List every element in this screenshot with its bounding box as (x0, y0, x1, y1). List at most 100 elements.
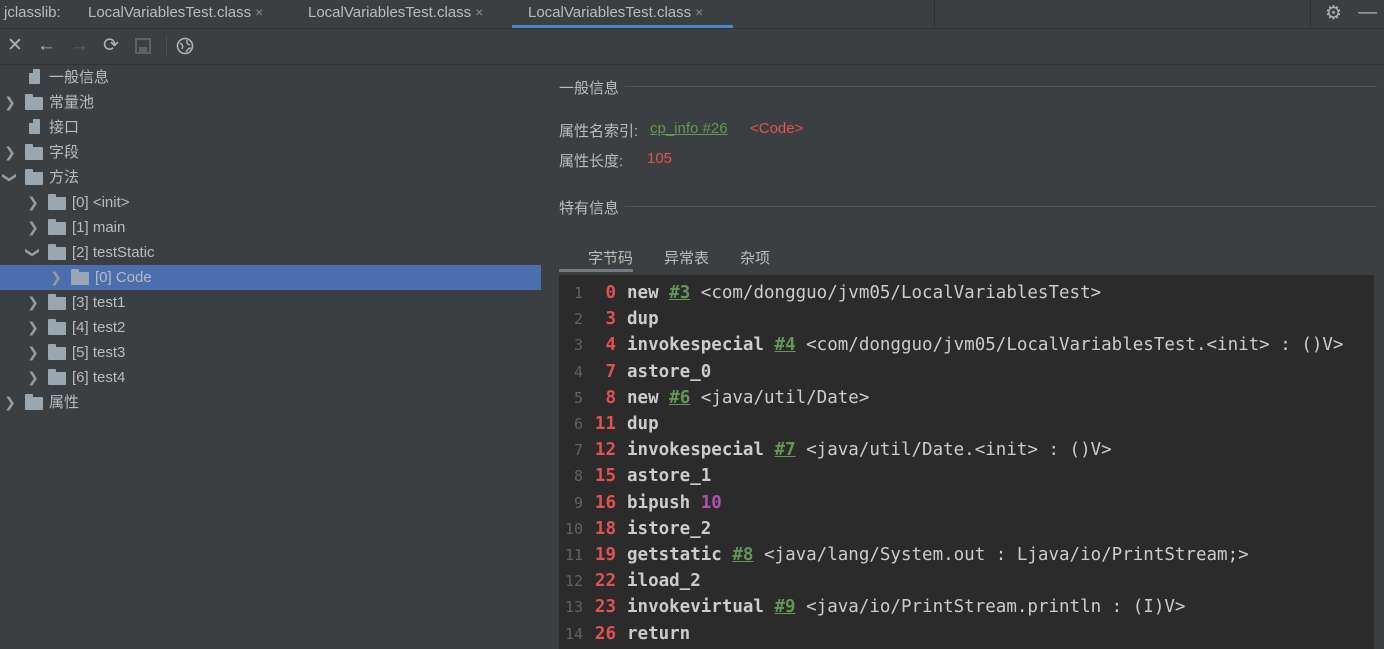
chevron-right-icon[interactable]: ❯ (27, 365, 39, 390)
constant-pool-link[interactable]: #8 (732, 545, 753, 565)
chevron-right-icon[interactable]: ❯ (27, 315, 39, 340)
attr-name-index-label: 属性名索引: (559, 123, 639, 140)
constant-pool-link[interactable]: #4 (775, 335, 796, 355)
instruction: return (627, 621, 690, 647)
instruction: invokevirtual #9 <java/io/PrintStream.pr… (627, 594, 1185, 620)
forward-icon[interactable]: → (70, 35, 89, 57)
tree-node-constant-pool[interactable]: ❯ 常量池 (0, 90, 546, 115)
chevron-down-icon[interactable]: ❯ (0, 172, 23, 184)
bytecode-row: 7 12 invokespecial #7 <java/util/Date.<ini… (559, 437, 1374, 463)
tree-node-methods[interactable]: ❯ 方法 (0, 165, 546, 190)
bytecode-offset: 26 (594, 623, 616, 644)
bytecode-offset: 11 (594, 414, 616, 434)
instruction: astore_1 (627, 463, 711, 489)
tab-label: LocalVariablesTest.class (308, 4, 472, 21)
attr-name-index-link[interactable]: cp_info #26 (650, 120, 728, 137)
tree-node-interfaces[interactable]: 接口 (0, 115, 546, 140)
tree-node-fields[interactable]: ❯ 字段 (0, 140, 546, 165)
line-number: 1 (573, 284, 583, 302)
back-icon[interactable]: ← (37, 35, 56, 57)
line-number: 2 (573, 310, 583, 329)
constant-pool-link[interactable]: #7 (775, 440, 796, 460)
tree-node-method-main[interactable]: ❯ [1] main (0, 215, 546, 240)
bytecode-row: 10 18 istore_2 (559, 516, 1374, 542)
web-icon[interactable] (176, 35, 194, 61)
bytecode-row: 14 26 return (559, 621, 1374, 647)
bytecode-listing[interactable]: 1 0 new #3 <com/dongguo/jvm05/LocalVariabl… (559, 275, 1374, 649)
instruction: invokespecial #4 <com/dongguo/jvm05/Loca… (627, 332, 1343, 358)
opcode: astore_0 (627, 361, 712, 382)
tab-bytecode[interactable]: 字节码 (588, 247, 633, 268)
bytecode-row: 6 11 dup (559, 411, 1374, 437)
line-number: 5 (573, 388, 583, 407)
instruction: bipush 10 (627, 490, 722, 516)
toolbar: ✕ ← → ⟳ (0, 29, 1384, 65)
section-divider (625, 86, 1377, 87)
line-number: 3 (573, 336, 583, 355)
tree-node-method-test3[interactable]: ❯ [5] test3 (0, 340, 546, 365)
opcode: istore_2 (627, 518, 712, 539)
close-tab-icon[interactable]: × (255, 4, 263, 20)
constant-pool-link[interactable]: #9 (775, 597, 796, 617)
chevron-right-icon[interactable]: ❯ (27, 215, 39, 240)
bytecode-row: 2 3 dup (559, 306, 1374, 332)
opcode: invokespecial (627, 440, 764, 461)
tab-exception-table[interactable]: 异常表 (664, 247, 709, 268)
tree-node-general-info[interactable]: 一般信息 (0, 65, 546, 90)
constant-pool-link[interactable]: #6 (669, 388, 690, 408)
section-title-general: 一般信息 (559, 80, 620, 97)
folder-icon (48, 344, 66, 360)
save-icon[interactable] (135, 35, 151, 60)
tree-node-method-test1[interactable]: ❯ [3] test1 (0, 290, 546, 315)
chevron-right-icon[interactable]: ❯ (4, 140, 16, 165)
tree-node-code-selected[interactable]: ❯ [0] Code (0, 265, 541, 290)
chevron-right-icon[interactable]: ❯ (27, 190, 39, 215)
chevron-right-icon[interactable]: ❯ (4, 90, 16, 115)
bytecode-row: 8 15 astore_1 (559, 463, 1374, 489)
tree-node-method-teststatic[interactable]: ❯ [2] testStatic (0, 240, 546, 265)
plugin-label: jclasslib: (4, 4, 61, 21)
opcode: iload_2 (627, 571, 701, 592)
chevron-right-icon[interactable]: ❯ (27, 340, 39, 365)
line-number: 13 (564, 598, 583, 617)
tree-node-label: 字段 (49, 144, 80, 161)
attr-name-value: <Code> (750, 120, 804, 137)
bytecode-offset: 22 (594, 571, 616, 592)
chevron-right-icon[interactable]: ❯ (27, 290, 39, 315)
opcode: bipush (627, 492, 691, 513)
opcode: getstatic (627, 545, 722, 565)
close-tab-icon[interactable]: × (475, 4, 483, 20)
tabbar-divider (934, 0, 935, 28)
chevron-right-icon[interactable]: ❯ (50, 265, 62, 290)
tabbar-divider (1310, 0, 1311, 28)
section-title-specific: 特有信息 (559, 200, 620, 217)
constant-pool-link[interactable]: #3 (669, 283, 690, 303)
instruction: getstatic #8 <java/lang/System.out : Lja… (627, 542, 1249, 568)
tree-node-method-init[interactable]: ❯ [0] <init> (0, 190, 546, 215)
folder-icon (48, 244, 66, 260)
tree-node-attributes[interactable]: ❯ 属性 (0, 390, 546, 415)
tab-localvariablestest-1[interactable]: LocalVariablesTest.class × (88, 4, 263, 21)
instruction: iload_2 (627, 568, 701, 594)
bytecode-offset: 19 (594, 545, 616, 565)
tab-misc[interactable]: 杂项 (740, 247, 770, 268)
tree-node-method-test2[interactable]: ❯ [4] test2 (0, 315, 546, 340)
instruction: new #3 <com/dongguo/jvm05/LocalVariables… (627, 280, 1101, 306)
tab-localvariablestest-2[interactable]: LocalVariablesTest.class × (308, 4, 483, 21)
refresh-icon[interactable]: ⟳ (103, 35, 119, 57)
operand-comment: <java/lang/System.out : Ljava/io/PrintSt… (764, 545, 1249, 565)
close-icon[interactable]: ✕ (7, 35, 23, 57)
folder-icon (48, 219, 66, 235)
close-tab-icon[interactable]: × (695, 4, 703, 20)
tree-node-label: 一般信息 (49, 69, 110, 86)
file-icon (29, 69, 40, 84)
chevron-right-icon[interactable]: ❯ (4, 390, 16, 415)
editor-tab-bar: jclasslib: LocalVariablesTest.class × Loc… (0, 0, 1384, 29)
tree-node-method-test4[interactable]: ❯ [6] test4 (0, 365, 546, 390)
opcode: new (627, 283, 659, 303)
tab-localvariablestest-3-active[interactable]: LocalVariablesTest.class × (528, 4, 703, 21)
tab-label: LocalVariablesTest.class (88, 4, 252, 21)
minimize-icon[interactable]: — (1358, 2, 1377, 24)
gear-icon[interactable]: ⚙ (1325, 2, 1342, 25)
chevron-down-icon[interactable]: ❯ (21, 247, 46, 259)
